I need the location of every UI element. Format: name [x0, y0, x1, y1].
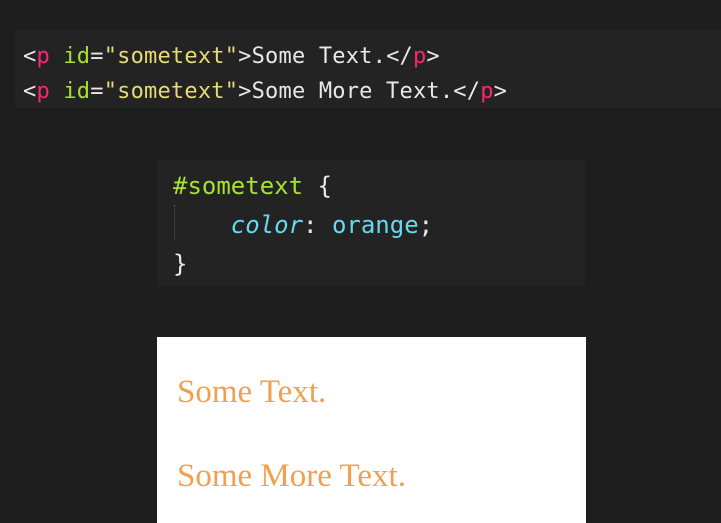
tag-close-bracket: > — [238, 44, 252, 69]
attribute-equals: = — [90, 79, 104, 104]
html-code-line-2: <p id="sometext">Some More Text.</p> — [23, 74, 721, 109]
attribute-value: "sometext" — [103, 79, 239, 104]
end-tag-open: </ — [386, 44, 413, 69]
element-content: Some More Text. — [251, 79, 454, 104]
end-tag-close: > — [493, 79, 508, 104]
end-tag-open: </ — [453, 79, 481, 104]
tag-name: p — [36, 44, 50, 69]
tag-open-bracket: < — [23, 44, 37, 69]
attribute-equals: = — [90, 44, 104, 69]
css-declaration-line: color: orange; — [173, 206, 585, 245]
indent-guide — [174, 205, 175, 239]
attribute-name: id — [63, 79, 91, 104]
preview-paragraph-2: Some More Text. — [177, 458, 406, 494]
preview-paragraph-1: Some Text. — [177, 374, 327, 410]
end-tag-close: > — [426, 44, 440, 69]
tag-close-bracket: > — [238, 79, 252, 104]
css-value: orange — [331, 211, 419, 239]
css-code-panel: #sometext { color: orange; } — [157, 160, 585, 286]
attribute-name: id — [63, 44, 91, 69]
css-close-brace: } — [173, 250, 188, 278]
css-property: color — [230, 211, 304, 239]
end-tag-name: p — [480, 79, 494, 104]
end-tag-name: p — [412, 44, 427, 69]
css-semicolon: ; — [418, 211, 434, 239]
css-selector-line: #sometext { — [173, 167, 585, 206]
tag-open-bracket: < — [23, 79, 37, 104]
css-open-brace: { — [317, 172, 332, 200]
attribute-value: "sometext" — [103, 44, 239, 69]
rendered-preview: Some Text. Some More Text. — [157, 337, 586, 523]
element-content: Some Text. — [251, 44, 387, 69]
tag-name: p — [36, 79, 50, 104]
html-code-line-1: <p id="sometext">Some Text.</p> — [23, 39, 721, 74]
css-close-line: } — [173, 245, 585, 284]
css-colon: : — [303, 211, 318, 239]
css-selector: #sometext — [173, 172, 304, 200]
html-code-panel: <p id="sometext">Some Text.</p> <p id="s… — [15, 30, 721, 108]
